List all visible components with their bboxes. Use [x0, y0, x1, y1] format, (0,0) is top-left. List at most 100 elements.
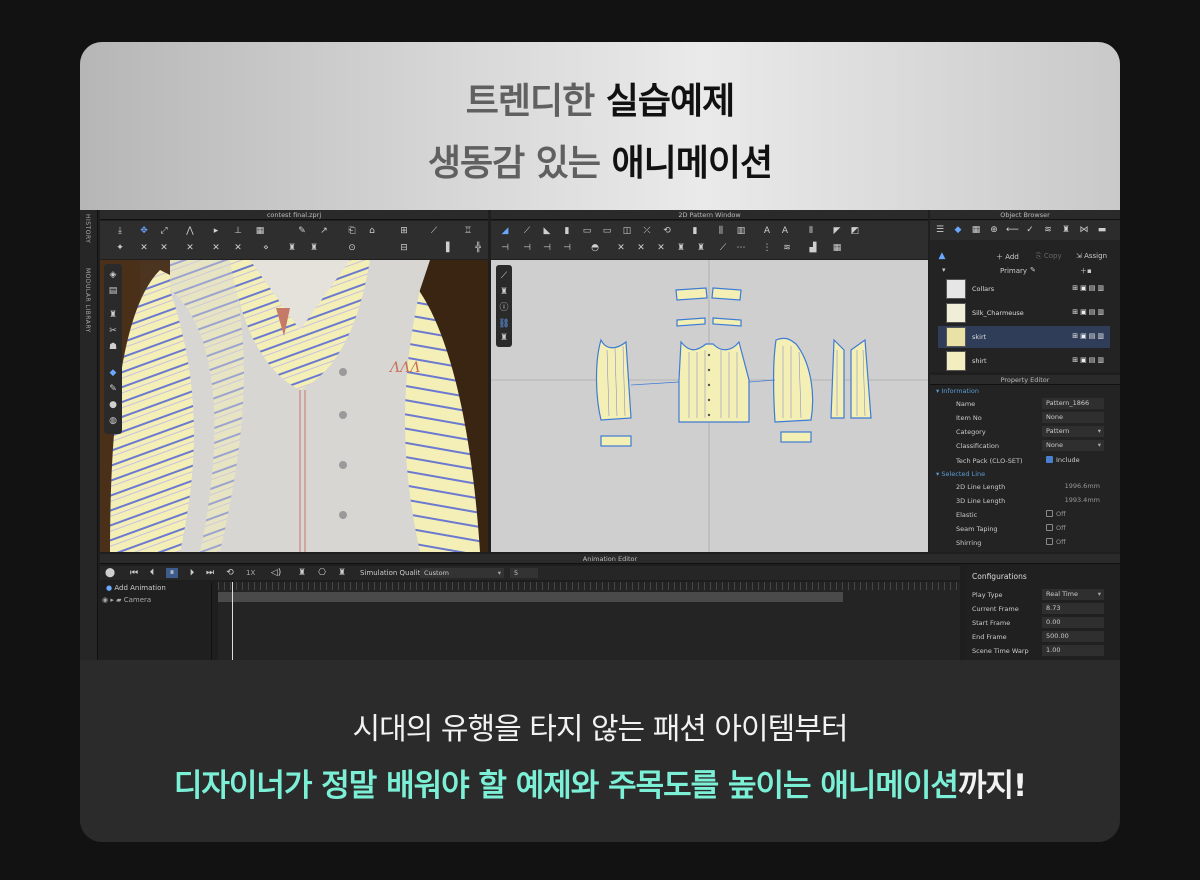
elastic-checkbox[interactable]: Off — [1042, 509, 1104, 520]
side-tab-history[interactable]: HISTORY — [84, 214, 91, 243]
motion-icon[interactable]: ♜ — [336, 568, 348, 578]
shirring-icon[interactable]: ⋯ — [735, 243, 747, 253]
piping-icon[interactable]: ♜ — [695, 243, 707, 253]
graphic-icon[interactable]: ◤ — [831, 226, 843, 236]
item-no-field[interactable]: None — [1042, 412, 1104, 423]
triangle-icon[interactable]: ▲ — [936, 251, 948, 261]
camera-track-bar[interactable] — [218, 592, 843, 602]
button-icon[interactable]: ⋄ — [260, 243, 272, 253]
rewind-icon[interactable]: ⏮ — [128, 568, 140, 578]
sim-icon[interactable]: ♜ — [296, 568, 308, 578]
classification-select[interactable]: None — [1042, 440, 1104, 451]
pencil-icon[interactable]: ✎ — [296, 226, 308, 236]
tech-pack-checkbox[interactable]: Include — [1042, 455, 1104, 466]
copy-button[interactable]: ⎘ Copy — [1036, 252, 1062, 261]
brush-icon[interactable]: ⟋ — [498, 271, 510, 281]
zipper-icon[interactable]: ♜ — [286, 243, 298, 253]
pattern-tab-icon[interactable]: ▦ — [970, 225, 982, 235]
binding-icon[interactable]: ♜ — [675, 243, 687, 253]
pleats-icon[interactable]: ✕ — [615, 243, 627, 253]
fabric-action-icons[interactable]: ⊞▣▤▥ — [1072, 284, 1106, 292]
texture-view-icon[interactable]: ▤ — [107, 286, 119, 296]
edit-curve-icon[interactable]: ◣ — [541, 226, 553, 236]
sewing-icon[interactable]: ✕ — [158, 243, 170, 253]
edit-sewing-icon[interactable]: ⊣ — [561, 243, 573, 253]
next-frame-icon[interactable]: ⏵ — [186, 568, 198, 578]
seam-taping-checkbox[interactable]: Off — [1042, 523, 1104, 534]
fold-icon[interactable]: ⋀ — [184, 226, 196, 236]
start-frame-input[interactable]: 0.00 — [1042, 617, 1104, 628]
shirt-outline-icon[interactable]: ♜ — [498, 287, 510, 297]
texture-edit-icon[interactable]: ◩ — [849, 226, 861, 236]
viewport-3d[interactable]: ΛΛΛ ◈ ▤ ♜ ✂ ☗ ◆ ✎ ● ◍ — [100, 260, 488, 552]
add-animation-button[interactable]: ● Add Animation — [106, 584, 166, 592]
render-icon[interactable]: ⌂ — [366, 226, 378, 236]
globe-icon[interactable]: ◍ — [107, 416, 119, 426]
free-sewing-icon[interactable]: ⊣ — [521, 243, 533, 253]
fabric-list-item[interactable]: skirt ⊞▣▤▥ — [938, 326, 1110, 348]
symmetry-icon[interactable]: ✕ — [635, 243, 647, 253]
eye-icon[interactable]: ◉ — [102, 596, 108, 604]
measure-icon[interactable]: ↗ — [318, 226, 330, 236]
line-icon[interactable]: ⟋ — [428, 226, 440, 236]
puckering-icon[interactable]: ⊙ — [346, 243, 358, 253]
tack-icon[interactable]: ⊥ — [232, 226, 244, 236]
notch-icon[interactable]: ▮ — [689, 226, 701, 236]
ruler-icon[interactable]: ⦀ — [805, 226, 817, 236]
cube-icon[interactable]: ◈ — [107, 270, 119, 280]
playhead[interactable] — [232, 582, 233, 660]
time-warp-input[interactable]: 1.00 — [1042, 645, 1104, 656]
move-icon[interactable]: ✥ — [138, 226, 150, 236]
capture-icon[interactable]: ⎔ — [316, 568, 328, 578]
pin-icon[interactable]: ▸ — [210, 226, 222, 236]
internal-shape-icon[interactable]: ◫ — [621, 226, 633, 236]
camera-track[interactable]: ◉ ▸ ▰ Camera — [102, 596, 151, 604]
polygon-icon[interactable]: ▮ — [561, 226, 573, 236]
fabric-list-item[interactable]: Silk_Charmeuse ⊞▣▤▥ — [938, 302, 1110, 324]
segment-sewing-icon[interactable]: ⊣ — [499, 243, 511, 253]
end-frame-input[interactable]: 500.00 — [1042, 631, 1104, 642]
zipper-tab-icon[interactable]: ▬ — [1096, 225, 1108, 235]
group-header[interactable]: ▾ Primary ✎ ＋▪ — [930, 266, 1110, 276]
chevron-right-icon[interactable]: ▸ — [110, 596, 114, 604]
side-tab-modular-library[interactable]: MODULAR LIBRARY — [84, 268, 91, 333]
section-selected-line[interactable]: ▾ Selected Line — [936, 470, 985, 478]
info-icon[interactable]: ⓘ — [498, 303, 510, 313]
link-icon[interactable]: ⛓ — [498, 319, 510, 329]
current-frame-input[interactable]: 8.73 — [1042, 603, 1104, 614]
stitch-length-icon[interactable]: ≋ — [781, 243, 793, 253]
quality-select[interactable]: Custom — [420, 568, 504, 578]
prev-frame-icon[interactable]: ⏴ — [146, 568, 158, 578]
fabric-icon[interactable]: ✕ — [210, 243, 222, 253]
topstitch-tab-icon[interactable]: ⟵ — [1006, 225, 1019, 235]
avatar-icon[interactable]: ♜ — [308, 243, 320, 253]
timeline[interactable] — [218, 582, 960, 660]
section-information[interactable]: ▾ Information — [936, 387, 979, 395]
shirt-icon[interactable]: ♖ — [462, 226, 474, 236]
arrange-icon[interactable]: ▦ — [254, 226, 266, 236]
trim-tab-icon[interactable]: ♜ — [1060, 225, 1072, 235]
split-icon[interactable]: ╬ — [472, 243, 484, 253]
stitch-icon[interactable]: ✕ — [138, 243, 150, 253]
topstitch-icon[interactable]: ⋮ — [761, 243, 773, 253]
sew-view-icon[interactable]: ✂ — [107, 326, 119, 336]
fabric-action-icons[interactable]: ⊞▣▤▥ — [1072, 332, 1106, 340]
name-field[interactable]: Pattern_1866 — [1042, 398, 1104, 409]
bow-tab-icon[interactable]: ⋈ — [1078, 225, 1090, 235]
text-size-icon[interactable]: A — [779, 226, 791, 236]
avatar-view-icon[interactable]: ☗ — [107, 342, 119, 352]
dart-icon[interactable]: ⤫ — [641, 226, 653, 236]
list-icon[interactable]: ☰ — [934, 225, 946, 235]
rectangle-icon[interactable]: ▭ — [581, 226, 593, 236]
walk-icon[interactable]: ✦ — [114, 243, 126, 253]
assign-button[interactable]: ⇲ Assign — [1076, 252, 1107, 260]
layout-icon[interactable]: ▦ — [831, 243, 843, 253]
fabric-list-item[interactable]: Collars ⊞▣▤▥ — [938, 278, 1110, 300]
select-icon[interactable]: ⤓ — [114, 226, 126, 236]
seam-icon[interactable]: ✕ — [184, 243, 196, 253]
chevron-down-icon[interactable]: ▾ — [942, 266, 946, 274]
garment-icon[interactable]: ♜ — [498, 333, 510, 343]
fabric-action-icons[interactable]: ⊞▣▤▥ — [1072, 308, 1106, 316]
text-icon[interactable]: A — [761, 226, 773, 236]
fabric-tab-icon[interactable]: ◆ — [952, 225, 964, 235]
